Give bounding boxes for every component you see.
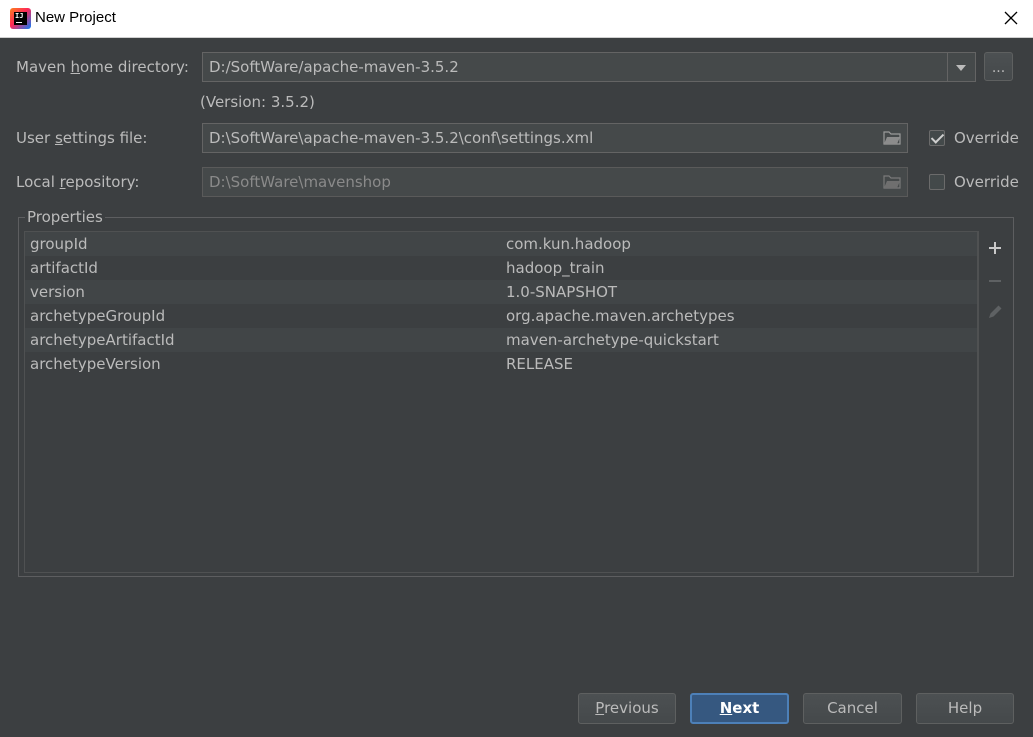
- maven-home-label: Maven home directory:: [16, 58, 189, 76]
- intellij-logo-icon: IJ: [10, 8, 31, 29]
- plus-icon[interactable]: [985, 238, 1005, 258]
- properties-table[interactable]: groupId com.kun.hadoop artifactId hadoop_t…: [24, 231, 978, 573]
- next-button[interactable]: Next: [690, 693, 789, 724]
- property-value: RELEASE: [506, 355, 573, 373]
- local-repo-override-label[interactable]: Override: [954, 173, 1019, 191]
- table-row[interactable]: groupId com.kun.hadoop: [25, 232, 977, 256]
- folder-icon: [883, 175, 901, 189]
- properties-title: Properties: [25, 208, 105, 226]
- help-button[interactable]: Help: [916, 693, 1014, 724]
- table-row[interactable]: version 1.0-SNAPSHOT: [25, 280, 977, 304]
- user-settings-field[interactable]: D:\SoftWare\apache-maven-3.5.2\conf\sett…: [202, 123, 908, 153]
- table-row[interactable]: archetypeArtifactId maven-archetype-quick…: [25, 328, 977, 352]
- property-value: maven-archetype-quickstart: [506, 331, 719, 349]
- folder-icon[interactable]: [883, 130, 901, 145]
- minus-icon: [989, 280, 1001, 282]
- browse-button[interactable]: ...: [984, 52, 1013, 81]
- local-repo-label: Local repository:: [16, 173, 140, 191]
- user-settings-label: User settings file:: [16, 129, 148, 147]
- property-key: artifactId: [30, 259, 98, 277]
- maven-home-value: D:/SoftWare/apache-maven-3.5.2: [209, 58, 459, 76]
- title-bar: IJ New Project: [0, 0, 1033, 38]
- table-row[interactable]: archetypeVersion RELEASE: [25, 352, 977, 376]
- property-key: groupId: [30, 235, 88, 253]
- cancel-button[interactable]: Cancel: [803, 693, 902, 724]
- user-settings-override-label[interactable]: Override: [954, 129, 1019, 147]
- properties-toolbar: [978, 231, 1010, 573]
- maven-version-note: (Version: 3.5.2): [200, 93, 315, 111]
- local-repo-field: D:\SoftWare\mavenshop: [202, 167, 908, 197]
- property-key: version: [30, 283, 85, 301]
- property-value: org.apache.maven.archetypes: [506, 307, 735, 325]
- window-title: New Project: [35, 9, 116, 26]
- property-value: 1.0-SNAPSHOT: [506, 283, 618, 301]
- user-settings-value: D:\SoftWare\apache-maven-3.5.2\conf\sett…: [209, 129, 594, 147]
- pencil-icon: [989, 305, 1002, 318]
- table-row[interactable]: archetypeGroupId org.apache.maven.archety…: [25, 304, 977, 328]
- chevron-down-icon[interactable]: [947, 53, 975, 81]
- property-value: com.kun.hadoop: [506, 235, 631, 253]
- close-icon: [1004, 11, 1018, 25]
- local-repo-value: D:\SoftWare\mavenshop: [209, 173, 391, 191]
- user-settings-override-checkbox[interactable]: [929, 130, 945, 146]
- table-row[interactable]: artifactId hadoop_train: [25, 256, 977, 280]
- maven-home-combobox[interactable]: D:/SoftWare/apache-maven-3.5.2: [202, 52, 976, 82]
- previous-button[interactable]: Previous: [578, 693, 676, 724]
- property-key: archetypeArtifactId: [30, 331, 175, 349]
- close-button[interactable]: [999, 6, 1023, 30]
- property-key: archetypeVersion: [30, 355, 161, 373]
- property-value: hadoop_train: [506, 259, 605, 277]
- property-key: archetypeGroupId: [30, 307, 166, 325]
- local-repo-override-checkbox[interactable]: [929, 174, 945, 190]
